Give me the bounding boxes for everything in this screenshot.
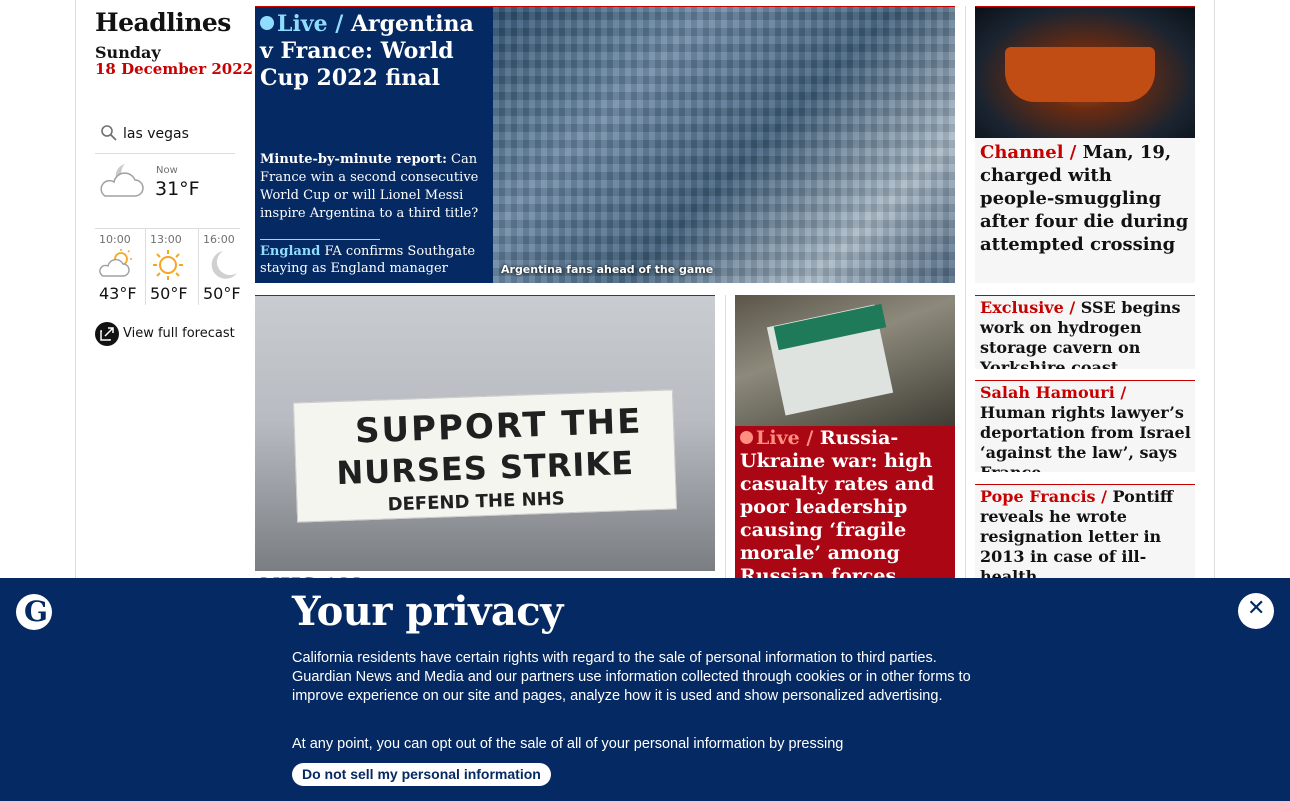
live-dot-icon [740, 430, 753, 444]
channel-story-card[interactable]: Channel / Man, 19, charged with people-s… [975, 6, 1195, 283]
close-icon: ✕ [1247, 596, 1266, 621]
location-value: las vegas [123, 126, 189, 142]
forecast-row: 10:00 43°F 13:00 50°F 16:00 50°F [95, 228, 241, 305]
headline-text: Russia-Ukraine war: high casualty rates … [740, 427, 935, 585]
story-kicker: Pope Francis / [980, 487, 1107, 506]
main-story-summary: Minute-by-minute report: Can France win … [260, 151, 488, 223]
story-kicker: Exclusive / [980, 298, 1076, 317]
story-kicker: Salah Hamouri / [980, 383, 1127, 402]
privacy-title: Your privacy [292, 588, 563, 635]
story-card[interactable]: Exclusive / SSE begins work on hydrogen … [975, 295, 1195, 369]
main-story-card[interactable]: Argentina fans ahead of the game Live / … [255, 6, 955, 283]
nurses-story-card[interactable]: SUPPORT THE NURSES STRIKE DEFEND THE NHS… [255, 295, 715, 585]
guardian-logo-icon: G [16, 594, 52, 630]
ukraine-story-headline[interactable]: Live / Russia-Ukraine war: high casualty… [740, 427, 952, 585]
image-caption: Argentina fans ahead of the game [501, 263, 714, 276]
sunny-icon [150, 249, 186, 285]
summary-kicker: Minute-by-minute report: [260, 152, 447, 167]
nurses-story-image: SUPPORT THE NURSES STRIKE DEFEND THE NHS [255, 296, 715, 571]
view-full-forecast-label: View full forecast [123, 326, 235, 341]
forecast-temp: 43°F [99, 284, 137, 303]
sublink-kicker: England [260, 244, 321, 259]
forecast-time: 13:00 [150, 233, 182, 246]
main-story-image: Argentina fans ahead of the game [493, 7, 955, 283]
forecast-item: 13:00 50°F [145, 229, 193, 305]
live-kicker: Live / [756, 427, 814, 449]
column-divider [965, 6, 966, 586]
now-temperature: 31°F [155, 178, 200, 200]
privacy-body-optout: At any point, you can opt out of the sal… [292, 736, 844, 752]
section-title[interactable]: Headlines [95, 8, 231, 37]
column-divider [725, 295, 726, 585]
live-kicker: Live / [277, 11, 344, 37]
date-label: 18 December 2022 [95, 60, 254, 78]
protest-banner: SUPPORT THE NURSES STRIKE DEFEND THE NHS [293, 389, 677, 523]
forecast-item: 10:00 43°F [95, 229, 143, 305]
privacy-close-button[interactable]: ✕ [1238, 593, 1274, 629]
story-headline[interactable]: Salah Hamouri / Human rights lawyer’s de… [980, 383, 1192, 472]
privacy-body: California residents have certain rights… [292, 650, 971, 704]
ukraine-story-card[interactable]: Live / Russia-Ukraine war: high casualty… [735, 295, 955, 585]
partly-cloudy-night-icon [95, 158, 151, 206]
sublink[interactable]: England FA confirms Southgate staying as… [260, 243, 488, 277]
forecast-time: 10:00 [99, 233, 131, 246]
banner-line: DEFEND THE NHS [387, 488, 566, 516]
guardian-headlines-page: Headlines Sunday 18 December 2022 las ve… [0, 0, 1290, 801]
banner-line: NURSES STRIKE [335, 443, 635, 493]
location-search[interactable]: las vegas [95, 120, 235, 154]
privacy-banner: G Your privacy California residents have… [0, 578, 1290, 801]
live-dot-icon [260, 16, 274, 30]
story-headline[interactable]: Exclusive / SSE begins work on hydrogen … [980, 298, 1192, 369]
story-kicker: Channel / [980, 142, 1077, 163]
ukraine-story-image [735, 295, 955, 426]
forecast-time: 16:00 [203, 233, 235, 246]
headline-text: Human rights lawyer’s deportation from I… [980, 403, 1191, 472]
divider [260, 239, 380, 240]
partly-sunny-icon [99, 249, 135, 283]
forecast-temp: 50°F [150, 284, 188, 303]
channel-story-image [975, 7, 1195, 138]
moon-icon [203, 249, 239, 285]
now-label: Now [156, 165, 178, 176]
search-icon [100, 124, 118, 146]
main-story-headline[interactable]: Live / Argentina v France: World Cup 202… [260, 11, 490, 92]
story-headline[interactable]: Pope Francis / Pontiff reveals he wrote … [980, 487, 1192, 578]
external-link-icon [95, 322, 119, 346]
do-not-sell-button[interactable]: Do not sell my personal information [292, 763, 551, 786]
forecast-temp: 50°F [203, 284, 241, 303]
channel-story-headline[interactable]: Channel / Man, 19, charged with people-s… [980, 141, 1190, 256]
story-card[interactable]: Pope Francis / Pontiff reveals he wrote … [975, 484, 1195, 578]
forecast-item: 16:00 50°F [198, 229, 241, 305]
story-card[interactable]: Salah Hamouri / Human rights lawyer’s de… [975, 380, 1195, 472]
